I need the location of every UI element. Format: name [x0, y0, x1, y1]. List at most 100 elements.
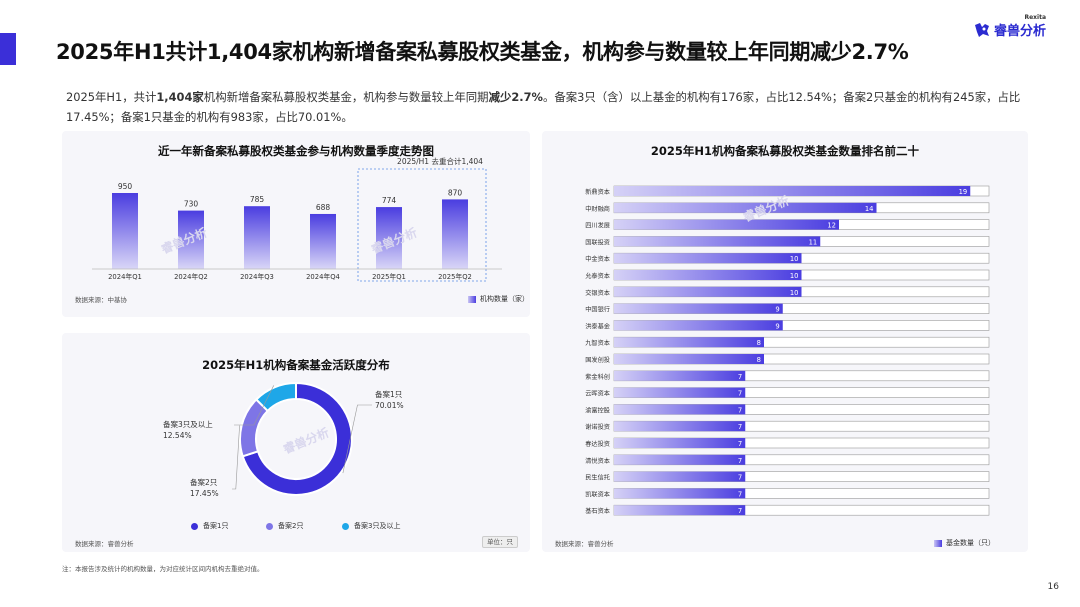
summary-text: 2025年H1，共计 [66, 90, 157, 104]
bar-value-label: 7 [738, 373, 742, 381]
unit-button[interactable]: 单位：只 [482, 536, 518, 548]
slice-label: 备案1只 [375, 389, 403, 399]
legend-label: 备案3只及以上 [354, 522, 401, 530]
slice-percent-label: 70.01% [375, 401, 404, 410]
x-tick-label: 2025年Q2 [438, 272, 472, 281]
y-tick-label: 紫金科创 [585, 373, 610, 381]
y-tick-label: 基石资本 [585, 507, 610, 515]
y-tick-label: 国发创投 [585, 356, 610, 364]
logo-sub: Rexita [1024, 14, 1046, 21]
bar [614, 303, 783, 314]
bar-value-label: 7 [738, 390, 742, 398]
bar [310, 213, 336, 269]
bar-value-label: 11 [809, 238, 818, 246]
page-title: 2025年H1共计1,404家机构新增备案私募股权类基金，机构参与数量较上年同期… [56, 40, 909, 64]
bar [614, 236, 821, 247]
summary-paragraph: 2025年H1，共计1,404家机构新增备案私募股权类基金，机构参与数量较上年同… [66, 87, 1032, 127]
legend-label: 备案1只 [203, 522, 229, 530]
y-tick-label: 春达投资 [585, 440, 610, 448]
bar-value-label: 9 [775, 306, 779, 314]
y-tick-label: 谢诺投资 [585, 423, 610, 431]
bar-value-label: 12 [827, 222, 836, 230]
x-tick-label: 2025年Q1 [372, 272, 406, 281]
x-tick-label: 2024年Q3 [240, 272, 274, 281]
bar [614, 438, 746, 448]
bar-value-label: 9 [775, 322, 779, 330]
slice-label: 备案2只 [190, 477, 218, 487]
quarterly-chart-panel: 近一年新备案私募股权类基金参与机构数量季度走势图 2025/H1 去重合计1,4… [62, 131, 530, 317]
chart-title: 2025年H1机构备案私募股权类基金数量排名前二十 [650, 144, 920, 158]
legend-item: 备案2只 [266, 521, 303, 531]
bar [442, 199, 468, 269]
bar-value-label: 785 [250, 195, 265, 204]
bar-value-label: 10 [790, 289, 799, 297]
bar-value-label: 10 [790, 272, 799, 280]
y-tick-label: 允泰资本 [585, 272, 610, 280]
y-tick-label: 民生信托 [585, 474, 610, 482]
bar [614, 270, 802, 280]
ranking-bar-chart: 新鼎资本 19 中财融商 14 四川发展 12 国联投资 11 中金资本 10 允泰资本 10 交银资本… [585, 185, 990, 516]
x-tick-label: 2024年Q2 [174, 272, 208, 281]
summary-text: 机构新增备案私募股权类基金，机构参与数量较上年同期 [203, 90, 489, 104]
bar-value-label: 7 [738, 440, 742, 448]
logo-text: 睿兽分析 [993, 24, 1046, 39]
y-tick-label: 洪泰基金 [585, 322, 611, 330]
bar-value-label: 730 [184, 200, 199, 209]
y-tick-label: 云晖资本 [585, 390, 610, 398]
bar-value-label: 7 [738, 507, 742, 515]
bar-value-label: 7 [738, 474, 742, 482]
quarterly-bar-chart: 2025/H1 去重合计1,404 950 2024年Q1 730 2024年Q2 785… [92, 156, 502, 282]
bar [614, 505, 746, 516]
x-tick-label: 2024年Q4 [306, 272, 340, 281]
bar [614, 354, 764, 364]
bar-value-label: 774 [382, 196, 397, 205]
slice-percent-label: 17.45% [190, 489, 219, 498]
legend-item: 基金数量（只） [934, 538, 995, 548]
y-tick-label: 交银资本 [585, 289, 610, 297]
bar [614, 219, 839, 230]
title-accent-bar [0, 33, 16, 65]
bar-value-label: 870 [448, 188, 463, 197]
bar-value-label: 950 [118, 182, 133, 191]
legend-label: 机构数量（家） [480, 295, 529, 303]
bar [614, 454, 746, 465]
legend-label: 基金数量（只） [946, 539, 995, 547]
page-number: 16 [1047, 582, 1059, 592]
legend-item: 备案3只及以上 [342, 521, 400, 531]
summary-bold-change: 减少2.7% [488, 90, 543, 104]
y-tick-label: 四川发展 [585, 222, 610, 230]
summary-bold-count: 1,404家 [156, 90, 204, 104]
legend-item: 备案1只 [191, 521, 228, 531]
bar-value-label: 7 [738, 406, 742, 414]
bar-value-label: 8 [757, 339, 761, 347]
legend-label: 备案2只 [278, 522, 304, 530]
bar [614, 253, 802, 264]
x-tick-label: 2024年Q1 [108, 272, 142, 281]
bar-value-label: 688 [316, 203, 331, 212]
y-tick-label: 新鼎资本 [585, 188, 610, 196]
y-tick-label: 九智资本 [585, 339, 610, 347]
y-tick-label: 清悦资本 [585, 457, 610, 465]
data-source: 数据来源：中基协 [75, 296, 127, 304]
bar [614, 370, 746, 381]
chart-annotation: 2025/H1 去重合计1,404 [397, 156, 483, 166]
y-tick-label: 国联投资 [585, 238, 610, 246]
pie-slice [254, 381, 297, 413]
bar [614, 337, 764, 348]
slice-label: 备案3只及以上 [163, 419, 213, 429]
bar [614, 320, 783, 331]
bar-value-label: 8 [757, 356, 761, 364]
bar [614, 488, 746, 499]
legend-item: 机构数量（家） [468, 294, 529, 304]
y-tick-label: 中国银行 [585, 306, 610, 314]
y-tick-label: 凯联资本 [585, 490, 610, 498]
bar-value-label: 19 [959, 188, 968, 196]
data-source: 数据来源：睿兽分析 [555, 540, 614, 548]
bar-value-label: 14 [865, 205, 874, 213]
bar [244, 206, 270, 269]
y-tick-label: 中财融商 [585, 205, 610, 213]
slice-leader-line [232, 425, 240, 490]
brand-logo: 睿兽分析 Rexita [973, 14, 1046, 39]
bar [614, 186, 971, 196]
bar-value-label: 7 [738, 490, 742, 498]
